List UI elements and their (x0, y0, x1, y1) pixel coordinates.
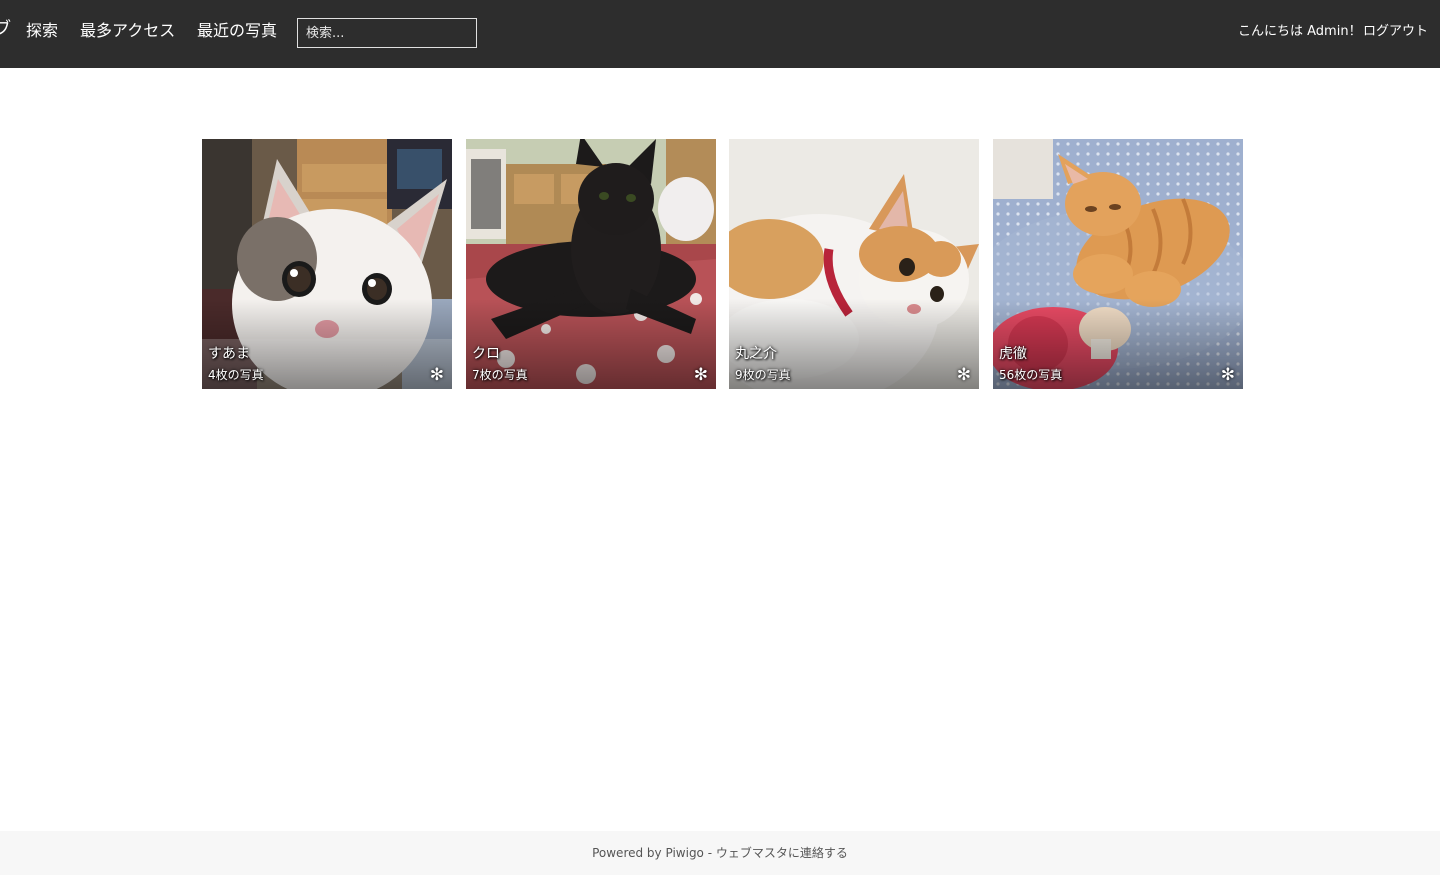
album-photo-count: 9枚の写真 (735, 368, 791, 382)
album-card-kotetsu[interactable]: 虎徹 56枚の写真 ✻ (993, 139, 1243, 389)
brand-link[interactable]: ブ (0, 18, 11, 40)
top-navbar: ブ 探索 最多アクセス 最近の写真 こんにちは Admin！ ログアウト (0, 0, 1440, 68)
album-title[interactable]: クロ (472, 345, 500, 364)
album-title[interactable]: すあま (208, 345, 250, 364)
album-photo-count: 7枚の写真 (472, 368, 528, 382)
asterisk-icon: ✻ (956, 365, 971, 385)
asterisk-icon: ✻ (429, 365, 444, 385)
asterisk-icon: ✻ (1220, 365, 1235, 385)
album-card-marunosuke[interactable]: 丸之介 9枚の写真 ✻ (729, 139, 979, 389)
logout-link[interactable]: ログアウト (1363, 22, 1428, 42)
search-input[interactable] (297, 18, 477, 48)
album-photo-count: 56枚の写真 (999, 368, 1063, 382)
greeting-text: こんにちは Admin！ (1238, 24, 1362, 39)
contact-webmaster-link[interactable]: ウェブマスタに連絡する (716, 846, 848, 860)
album-card-suama[interactable]: すあま 4枚の写真 ✻ (202, 139, 452, 389)
nav-most-visited-link[interactable]: 最多アクセス (80, 20, 175, 42)
piwigo-link[interactable]: Piwigo (665, 846, 703, 860)
album-card-kuro[interactable]: クロ 7枚の写真 ✻ (466, 139, 716, 389)
album-title[interactable]: 丸之介 (735, 345, 777, 364)
nav-explore-link[interactable]: 探索 (26, 20, 58, 42)
asterisk-icon: ✻ (693, 365, 708, 385)
nav-recent-photos-link[interactable]: 最近の写真 (197, 20, 277, 42)
album-photo-count: 4枚の写真 (208, 368, 264, 382)
footer-separator: - (703, 846, 716, 860)
page-footer: Powered by Piwigo - ウェブマスタに連絡する (0, 831, 1440, 875)
powered-by-text: Powered by (592, 846, 662, 860)
album-title[interactable]: 虎徹 (999, 345, 1027, 364)
